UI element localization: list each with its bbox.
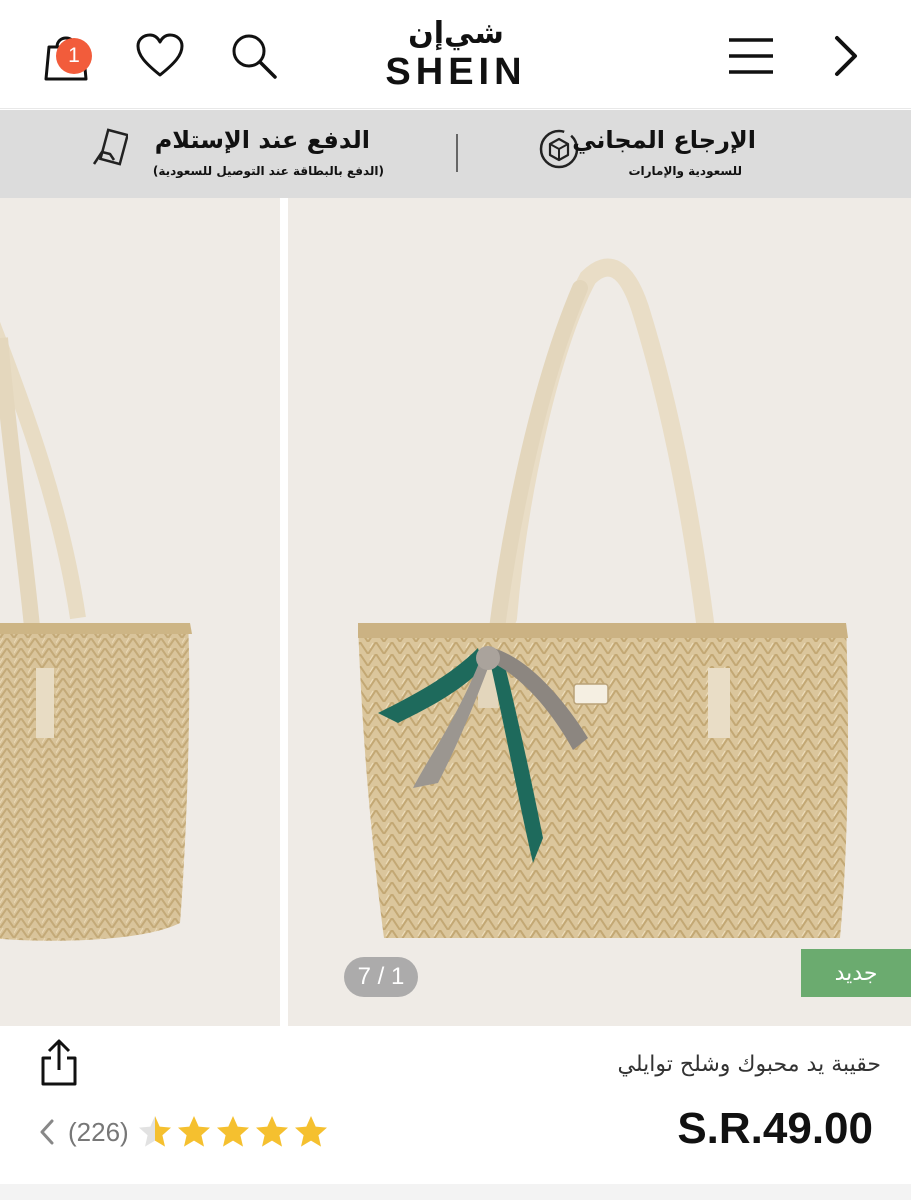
free-return-title: الإرجاع المجاني xyxy=(572,126,756,154)
cod-subtitle: (الدفع بالبطاقة عند التوصيل للسعودية) xyxy=(152,164,384,178)
cart-button[interactable]: 1 xyxy=(38,26,94,86)
search-button[interactable] xyxy=(226,26,282,86)
share-icon xyxy=(41,1039,77,1086)
product-image-gallery[interactable] xyxy=(0,198,911,1028)
logo-arabic-text: شي‌إن xyxy=(408,16,504,51)
wishlist-button[interactable] xyxy=(132,26,188,86)
bag-image-partial xyxy=(0,321,192,941)
cash-on-delivery-promo[interactable]: الدفع عند الإستلام (الدفع بالبطاقة عند ا… xyxy=(88,124,398,188)
back-button[interactable] xyxy=(820,28,872,84)
shein-logo[interactable]: شي‌إن SHEIN xyxy=(370,16,542,100)
cash-hand-icon xyxy=(92,128,130,172)
back-chevron-icon xyxy=(835,36,857,76)
bottom-divider xyxy=(0,1184,911,1200)
star-icon xyxy=(255,1116,288,1147)
heart-icon xyxy=(136,33,184,77)
product-price: S.R.49.00 xyxy=(677,1104,873,1153)
logo-latin-text: SHEIN xyxy=(385,51,527,93)
top-navigation-bar: 1 شي‌إن SHEIN xyxy=(0,0,911,109)
free-return-subtitle: للسعودية والإمارات xyxy=(628,164,742,178)
chevron-left-icon xyxy=(34,1112,60,1152)
promo-divider xyxy=(456,134,458,172)
cod-title: الدفع عند الإستلام xyxy=(154,126,370,154)
product-image-current[interactable] xyxy=(288,198,911,1026)
product-image-previous[interactable] xyxy=(0,198,280,1026)
bag-image xyxy=(358,258,848,938)
search-icon xyxy=(232,34,277,79)
star-icon xyxy=(177,1116,210,1147)
image-counter: 7 / 1 xyxy=(344,957,418,997)
share-button[interactable] xyxy=(30,1034,88,1092)
star-rating xyxy=(137,1114,332,1150)
menu-button[interactable] xyxy=(722,28,780,84)
product-title: حقيبة يد محبوك وشلح توايلي xyxy=(617,1052,881,1077)
menu-icon xyxy=(729,38,773,74)
star-icon xyxy=(216,1116,249,1147)
new-badge: جديد xyxy=(801,949,911,997)
rating-row[interactable]: (226) xyxy=(34,1112,332,1152)
star-icon xyxy=(138,1116,171,1147)
free-return-promo[interactable]: الإرجاع المجاني للسعودية والإمارات xyxy=(530,124,830,188)
cart-count-badge: 1 xyxy=(56,38,92,74)
review-count: (226) xyxy=(68,1116,129,1147)
star-icon xyxy=(294,1116,327,1147)
